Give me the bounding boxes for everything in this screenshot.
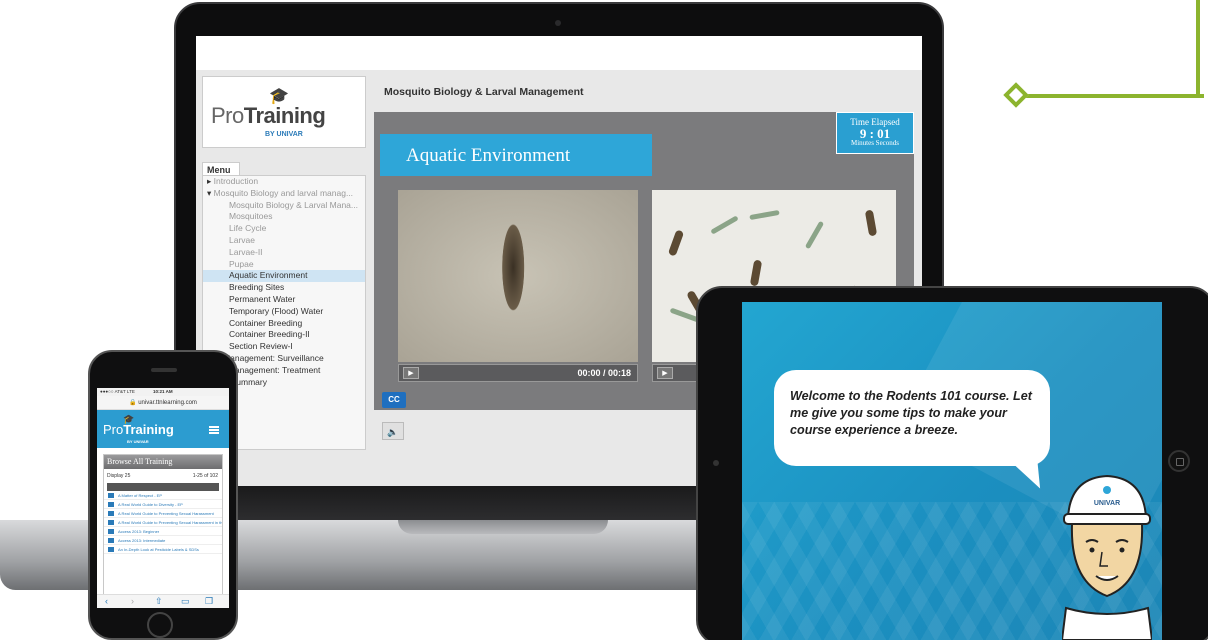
menu-item[interactable]: Larvae (203, 235, 365, 247)
status-bar: ●●●○○ AT&T LTE 10:21 AM (97, 388, 229, 396)
menu-item-label: Introduction (213, 176, 259, 186)
course-top-band (196, 36, 922, 70)
menu-item-label: Breeding Sites (229, 282, 285, 293)
mobile-logo[interactable]: ProTraining (103, 422, 174, 437)
menu-arrow-icon: ▸ (207, 176, 214, 186)
back-icon[interactable]: ‹ (105, 596, 108, 606)
share-icon[interactable]: ⇧ (155, 596, 163, 607)
menu-item[interactable]: ▾ Mosquito Biology and larval manag... (203, 188, 365, 200)
phone-speaker (151, 368, 177, 372)
course-title: Mosquito Biology & Larval Management (384, 86, 584, 98)
menu-header: Menu (202, 162, 240, 176)
menu-item-label: Container Breeding-II (229, 329, 310, 340)
slide-title: Aquatic Environment (380, 134, 652, 176)
address-bar[interactable]: 🔒 univar.ttnlearning.com (97, 396, 229, 410)
larva-shape (710, 215, 739, 235)
larva-shape (749, 209, 780, 221)
phone-screen: ●●●○○ AT&T LTE 10:21 AM 🔒 univar.ttnlear… (97, 388, 229, 608)
larva-shape (667, 229, 685, 257)
browse-title: Browse All Training (104, 455, 222, 469)
laptop-camera (555, 20, 561, 26)
browse-panel: Browse All Training Display 25 1-25 of 1… (103, 454, 223, 604)
closed-captions-button[interactable]: CC (382, 392, 406, 408)
laptop-notch (398, 520, 608, 534)
list-item[interactable]: Access 2013: Beginner (104, 527, 222, 536)
time-elapsed-panel: Time Elapsed 9 : 01 Minutes Seconds (836, 112, 914, 154)
logo-text-pro: Pro (211, 103, 244, 128)
menu-item[interactable]: Permanent Water (203, 294, 365, 306)
video1-controls: ▶ 00:00 / 00:18 (398, 364, 638, 382)
menu-item[interactable]: Pupae (203, 259, 365, 271)
decorative-line-horizontal (1018, 94, 1204, 98)
menu-item[interactable]: Temporary (Flood) Water (203, 306, 365, 318)
tablet-camera (713, 460, 719, 466)
status-time: 10:21 AM (153, 389, 173, 394)
mobile-header: 🎓 ProTraining BY UNIVAR (97, 410, 229, 448)
menu-item[interactable]: Life Cycle (203, 223, 365, 235)
menu-item[interactable]: Mosquitoes (203, 211, 365, 223)
menu-item-label: Mosquito Biology and larval manag... (213, 187, 354, 198)
menu-item[interactable]: Container Breeding-II (203, 329, 365, 341)
menu-item[interactable]: ▸ Introduction (203, 176, 365, 188)
list-item[interactable]: A Matter of Respect - EP (104, 491, 222, 500)
hamburger-menu-icon[interactable] (209, 426, 219, 434)
protraining-logo[interactable]: 🎓 ProTraining BY UNIVAR (202, 76, 366, 148)
larva-shape (804, 220, 825, 250)
menu-arrow-icon: ▾ (207, 187, 214, 198)
video1-time: 00:00 / 00:18 (577, 368, 631, 378)
speaker-icon[interactable]: 🔈 (382, 422, 404, 440)
instructor-avatar: UNIVAR (1062, 474, 1152, 640)
device-showcase: 🎓 ProTraining BY UNIVAR Menu ▸ Introduct… (0, 0, 1208, 640)
menu-item-label: Life Cycle (229, 223, 267, 234)
play-button[interactable]: ▶ (657, 367, 673, 379)
training-list: A Matter of Respect - EP A Real World Gui… (104, 491, 222, 554)
menu-item-label: Container Breeding (229, 317, 303, 328)
timer-units: Minutes Seconds (850, 139, 900, 147)
lock-icon: 🔒 (129, 400, 137, 406)
larva-shape (749, 259, 763, 287)
list-header-bar (107, 483, 219, 491)
list-item[interactable]: A Real World Guide to Preventing Sexual … (104, 509, 222, 518)
menu-item[interactable]: Aquatic Environment (203, 270, 365, 283)
menu-item[interactable]: Breeding Sites (203, 282, 365, 294)
list-item[interactable]: A Real World Guide to Diversity - EP (104, 500, 222, 509)
phone-home-button[interactable] (147, 612, 173, 638)
larva-shape (864, 209, 878, 237)
logo-text-training: Training (243, 103, 326, 128)
menu-item-label: Pupae (229, 258, 254, 269)
play-button[interactable]: ▶ (403, 367, 419, 379)
browser-toolbar: ‹ › ⇧ ▭ ❐ (97, 594, 229, 608)
url-text: univar.ttnlearning.com (138, 400, 197, 406)
menu-item[interactable]: Container Breeding (203, 318, 365, 330)
menu-item[interactable]: Mosquito Biology & Larval Mana... (203, 200, 365, 212)
carrier-text: ●●●○○ AT&T LTE (100, 389, 135, 394)
decorative-diamond (1003, 82, 1029, 108)
speech-text: Welcome to the Rodents 101 course. Let m… (790, 389, 1032, 437)
menu-item-label: Larvae-II (229, 246, 263, 257)
menu-item-label: Mosquitoes (229, 211, 273, 222)
larva-closeup-video[interactable] (398, 190, 638, 362)
menu-item-label: Section Review-I (229, 341, 293, 352)
forward-icon[interactable]: › (131, 596, 134, 606)
list-item[interactable]: An In-Depth Look at Pesticide Labels & S… (104, 545, 222, 554)
bookmarks-icon[interactable]: ▭ (181, 596, 190, 607)
menu-item-label: Temporary (Flood) Water (229, 305, 324, 316)
menu-item-label: Aquatic Environment (229, 270, 308, 281)
mobile-logo-subtext: BY UNIVAR (127, 439, 149, 444)
display-selector[interactable]: Display 25 1-25 of 102 (104, 469, 222, 483)
menu-item[interactable]: Larvae-II (203, 247, 365, 259)
tablet-home-button[interactable] (1168, 450, 1190, 472)
menu-item-label: Mosquito Biology & Larval Mana... (229, 199, 358, 210)
menu-item-label: Larvae (229, 234, 255, 245)
list-item[interactable]: Access 2013: Intermediate (104, 536, 222, 545)
tabs-icon[interactable]: ❐ (205, 596, 213, 607)
logo-subtext: BY UNIVAR (265, 131, 303, 138)
menu-item-label: Permanent Water (229, 293, 296, 304)
range-label: 1-25 of 102 (192, 473, 218, 479)
menu-item[interactable]: Section Review-I (203, 341, 365, 353)
list-item[interactable]: A Real World Guide to Preventing Sexual … (104, 518, 222, 527)
decorative-line-vertical (1196, 0, 1200, 98)
cap-brand: UNIVAR (1094, 500, 1120, 507)
